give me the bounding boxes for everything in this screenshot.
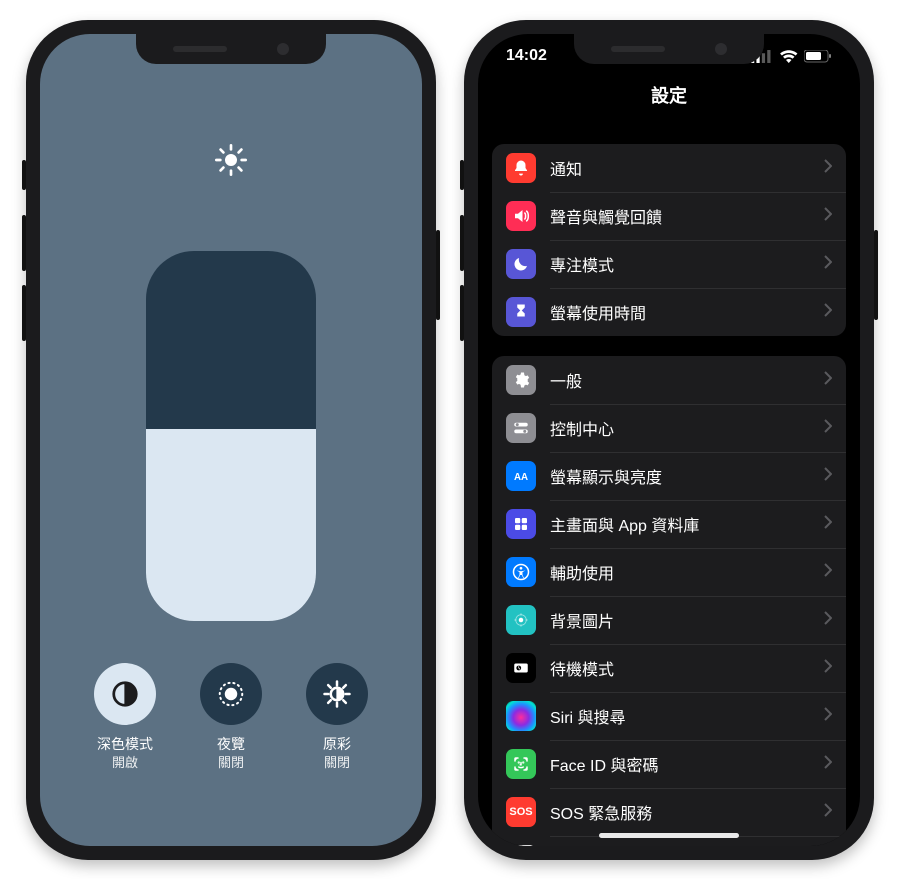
chevron-right-icon [824, 611, 832, 630]
volume-button [460, 215, 464, 271]
chevron-right-icon [824, 371, 832, 390]
settings-row-label: SOS 緊急服務 [550, 800, 810, 824]
hourglass-icon [506, 297, 536, 327]
settings-row-label: 聲音與觸覺回饋 [550, 204, 810, 228]
settings-row-label: Face ID 與密碼 [550, 752, 810, 776]
page-title: 設定 [478, 82, 860, 108]
wallpaper-icon [506, 605, 536, 635]
cc-toggle-label: 原彩關閉 [323, 735, 351, 771]
chevron-right-icon [824, 707, 832, 726]
true-tone-icon[interactable] [306, 663, 368, 725]
settings-row-label: 控制中心 [550, 416, 810, 440]
volume-button [460, 285, 464, 341]
brightness-fill [146, 429, 316, 621]
settings-group: 通知聲音與觸覺回饋專注模式螢幕使用時間 [492, 144, 846, 336]
settings-row[interactable]: 螢幕使用時間 [492, 288, 846, 336]
settings-screen: 14:02 設定 通知聲音與觸覺回饋專注模式螢幕使用時間 一般控制中心 AA 螢幕顯… [478, 34, 860, 846]
wifi-icon [779, 50, 799, 63]
settings-row-label: 螢幕使用時間 [550, 300, 810, 324]
accessibility-icon [506, 557, 536, 587]
volume-button [22, 160, 26, 190]
home-indicator[interactable] [599, 833, 739, 838]
settings-row-label: 通知 [550, 156, 810, 180]
chevron-right-icon [824, 515, 832, 534]
settings-row[interactable]: 待機模式 [492, 644, 846, 692]
chevron-right-icon [824, 159, 832, 178]
switches-icon [506, 413, 536, 443]
chevron-right-icon [824, 255, 832, 274]
chevron-right-icon [824, 419, 832, 438]
siri-icon [506, 701, 536, 731]
settings-row-label: 螢幕顯示與亮度 [550, 464, 810, 488]
svg-text:AA: AA [514, 472, 528, 483]
volume-button [22, 285, 26, 341]
settings-group: 一般控制中心 AA 螢幕顯示與亮度主畫面與 App 資料庫輔助使用背景圖片待機模式 S… [492, 356, 846, 846]
settings-row[interactable]: Face ID 與密碼 [492, 740, 846, 788]
faceid-icon [506, 749, 536, 779]
settings-row-label: 背景圖片 [550, 608, 810, 632]
bell-icon [506, 153, 536, 183]
cc-toggle[interactable]: 深色模式開啟 [94, 663, 156, 771]
phone-right: 14:02 設定 通知聲音與觸覺回饋專注模式螢幕使用時間 一般控制中心 AA 螢幕顯… [464, 20, 874, 860]
settings-row[interactable]: AA 螢幕顯示與亮度 [492, 452, 846, 500]
settings-row[interactable]: Siri 與搜尋 [492, 692, 846, 740]
chevron-right-icon [824, 563, 832, 582]
night-shift-icon[interactable] [200, 663, 262, 725]
sound-icon [506, 201, 536, 231]
dark-mode-icon[interactable] [94, 663, 156, 725]
cc-toggle-label: 夜覽關閉 [217, 735, 245, 771]
battery-icon [804, 50, 832, 63]
settings-row[interactable]: SOS SOS 緊急服務 [492, 788, 846, 836]
chevron-right-icon [824, 207, 832, 226]
settings-row-label: 專注模式 [550, 252, 810, 276]
control-center-screen: 深色模式開啟 夜覽關閉 原彩關閉 [40, 34, 422, 846]
settings-row-label: Siri 與搜尋 [550, 704, 810, 728]
settings-row[interactable]: 背景圖片 [492, 596, 846, 644]
notch [574, 34, 764, 64]
chevron-right-icon [824, 467, 832, 486]
settings-row[interactable]: 一般 [492, 356, 846, 404]
power-button [874, 230, 878, 320]
settings-row-label: 一般 [550, 368, 810, 392]
settings-row-label: 主畫面與 App 資料庫 [550, 512, 810, 536]
settings-row[interactable]: 輔助使用 [492, 548, 846, 596]
settings-list[interactable]: 通知聲音與觸覺回饋專注模式螢幕使用時間 一般控制中心 AA 螢幕顯示與亮度主畫面與 … [478, 124, 860, 846]
brightness-icon: AA [506, 461, 536, 491]
status-time: 14:02 [506, 47, 547, 65]
gear-icon [506, 365, 536, 395]
notch [136, 34, 326, 64]
volume-button [22, 215, 26, 271]
cc-toggle[interactable]: 原彩關閉 [306, 663, 368, 771]
brightness-slider[interactable] [146, 251, 316, 621]
standby-icon [506, 653, 536, 683]
exposure-icon [506, 845, 536, 846]
settings-row[interactable]: 聲音與觸覺回饋 [492, 192, 846, 240]
settings-row[interactable]: 主畫面與 App 資料庫 [492, 500, 846, 548]
settings-row-label: 輔助使用 [550, 560, 810, 584]
sos-icon: SOS [506, 797, 536, 827]
cc-toggle[interactable]: 夜覽關閉 [200, 663, 262, 771]
home-icon [506, 509, 536, 539]
settings-row[interactable]: 通知 [492, 144, 846, 192]
phone-left: 深色模式開啟 夜覽關閉 原彩關閉 [26, 20, 436, 860]
settings-row-label: 待機模式 [550, 656, 810, 680]
chevron-right-icon [824, 755, 832, 774]
status-icons [751, 50, 832, 63]
settings-row[interactable]: 控制中心 [492, 404, 846, 452]
sun-icon [215, 144, 247, 181]
moon-icon [506, 249, 536, 279]
chevron-right-icon [824, 303, 832, 322]
cc-toggle-label: 深色模式開啟 [97, 735, 153, 771]
settings-row[interactable]: 專注模式 [492, 240, 846, 288]
chevron-right-icon [824, 659, 832, 678]
volume-button [460, 160, 464, 190]
power-button [436, 230, 440, 320]
chevron-right-icon [824, 803, 832, 822]
